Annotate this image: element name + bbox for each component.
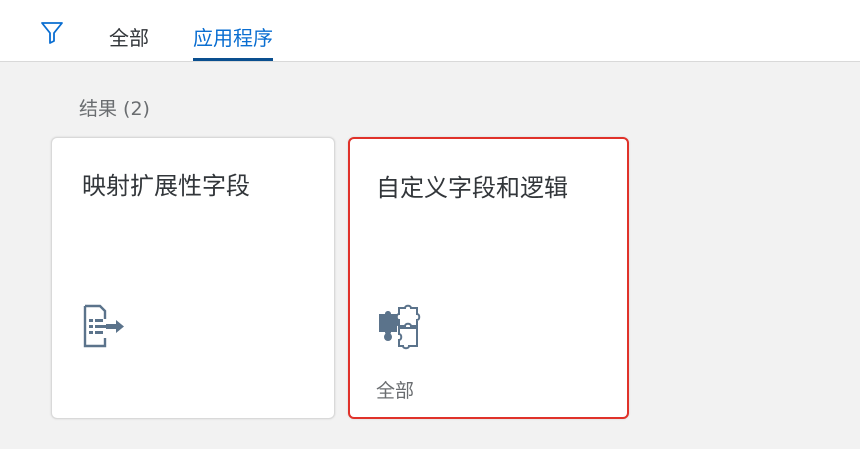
- tab-all[interactable]: 全部: [109, 25, 149, 61]
- card-title: 自定义字段和逻辑: [376, 174, 568, 202]
- puzzle-icon: [379, 304, 421, 350]
- app-card-map-extension-fields[interactable]: 映射扩展性字段: [51, 137, 335, 419]
- app-card-custom-fields-and-logic[interactable]: 自定义字段和逻辑 全部: [348, 137, 629, 419]
- tab-applications[interactable]: 应用程序: [193, 25, 273, 61]
- card-subtitle: 全部: [376, 380, 415, 402]
- results-count: 结果 (2): [79, 98, 150, 120]
- card-title: 映射扩展性字段: [82, 172, 250, 200]
- header-bar: 全部 应用程序: [0, 0, 860, 62]
- field-mapping-icon: [83, 304, 124, 348]
- filter-icon[interactable]: [39, 20, 65, 46]
